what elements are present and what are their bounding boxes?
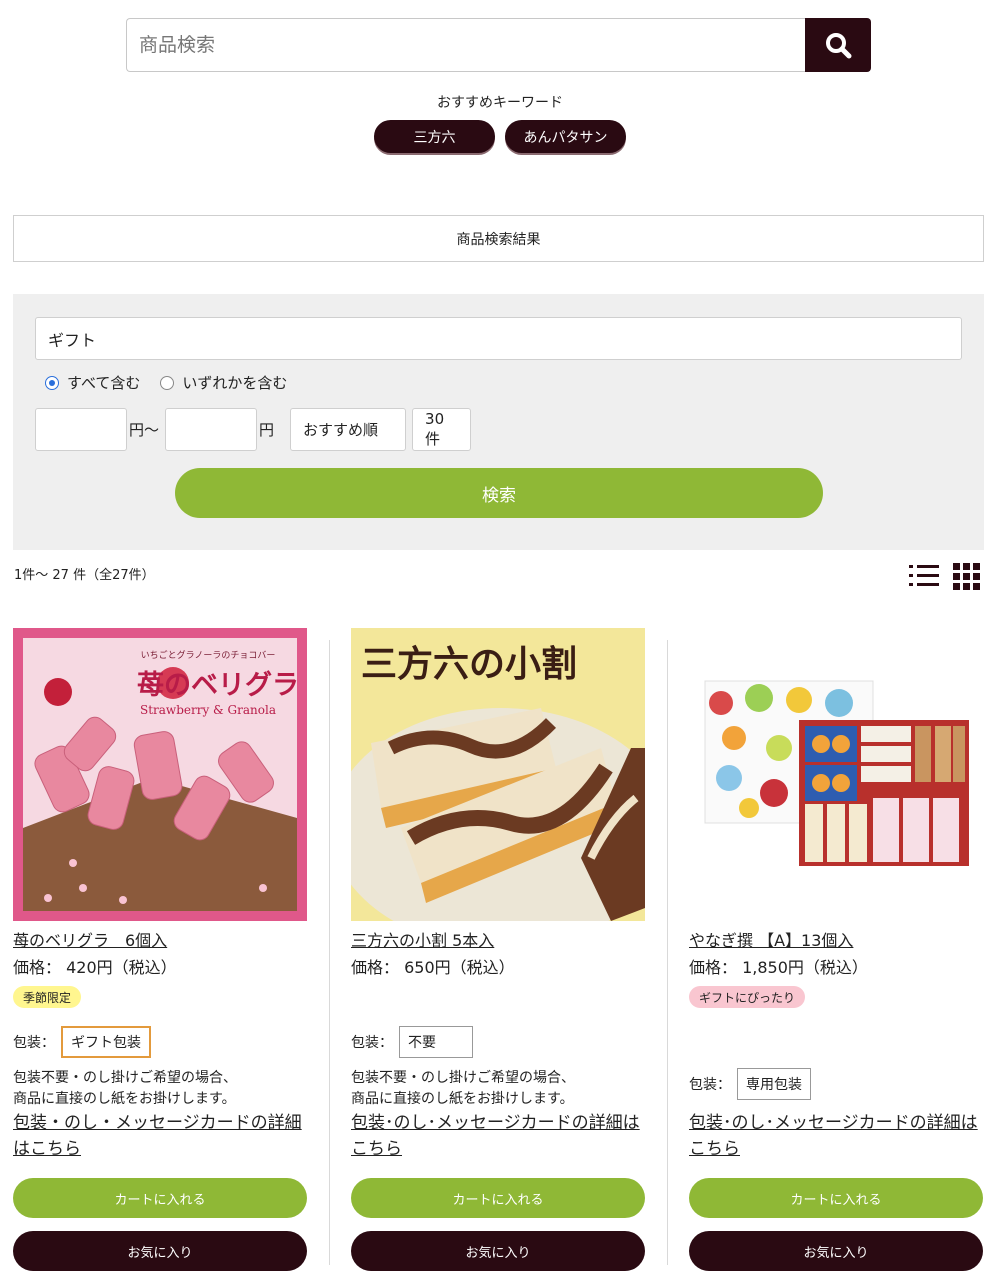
add-to-cart-button[interactable]: カートに入れる [13, 1178, 307, 1218]
favorite-button[interactable]: お気に入り [351, 1231, 645, 1271]
result-count: 1件〜 27 件（全27件） [14, 568, 155, 583]
packaging-select[interactable]: 専用包装 [737, 1068, 811, 1100]
packaging-note: 包装不要・のし掛けご希望の場合、 商品に直接のし紙をお掛けします。 [351, 1068, 575, 1110]
price-from-input[interactable] [35, 408, 127, 451]
product-card: 三方六の小割 三方六の小割 5本入 価格： 650円（税込） 包装： 不要 包装… [351, 628, 647, 1271]
note-line: 包装不要・のし掛けご希望の場合、 [351, 1070, 575, 1086]
search-icon [826, 33, 852, 59]
product-name-link[interactable]: やなぎ撰 【A】13個入 [689, 927, 853, 951]
keyword-pill[interactable]: あんパタサン [505, 120, 626, 153]
column-divider [329, 640, 330, 1265]
radio-unchecked[interactable] [160, 375, 175, 390]
status-badge: ギフトにぴったり [689, 986, 806, 1008]
results-header: 商品検索結果 [13, 215, 984, 262]
radio-any-label: いずれかを含む [182, 374, 288, 392]
product-image[interactable]: 三方六の小割 [351, 628, 645, 921]
filter-search-button[interactable]: 検索 [175, 468, 823, 518]
image-title: 三方六の小割 [361, 644, 577, 685]
product-name-link[interactable]: 三方六の小割 5本入 [351, 927, 494, 951]
column-divider [667, 640, 668, 1265]
packaging-label: 包装： [351, 1035, 393, 1051]
add-to-cart-button[interactable]: カートに入れる [689, 1178, 983, 1218]
keyword-pill[interactable]: 三方六 [374, 120, 495, 153]
image-subtitle: Strawberry & Granola [140, 703, 276, 717]
recommended-keywords: 三方六 あんパタサン [0, 120, 1000, 153]
recommended-keywords-title: おすすめキーワード [437, 95, 563, 111]
per-page-select[interactable]: 30件 [412, 408, 472, 451]
keyword-field[interactable]: ギフト [35, 317, 962, 360]
product-price: 価格： 1,850円（税込） [689, 958, 868, 977]
radio-checked[interactable] [45, 375, 59, 390]
search-bar [126, 18, 871, 72]
product-card: いちごとグラノーラのチョコバー 苺のベリグラ Strawberry & Gran… [13, 628, 309, 1271]
product-image[interactable]: いちごとグラノーラのチョコバー 苺のベリグラ Strawberry & Gran… [13, 628, 307, 921]
search-input[interactable] [126, 18, 805, 72]
sort-select[interactable]: おすすめ順 [290, 408, 407, 451]
image-tagline: いちごとグラノーラのチョコバー [141, 649, 276, 661]
note-line: 包装不要・のし掛けご希望の場合、 [13, 1070, 237, 1086]
product-image[interactable] [689, 628, 983, 921]
packaging-detail-link[interactable]: 包装･のし･メッセージカードの詳細はこちら [351, 1110, 645, 1162]
grid-view-icon[interactable] [953, 563, 980, 590]
favorite-button[interactable]: お気に入り [13, 1231, 307, 1271]
packaging-detail-link[interactable]: 包装･のし･メッセージカードの詳細はこちら [689, 1110, 983, 1162]
packaging-select[interactable]: 不要 [399, 1026, 473, 1058]
note-line: 商品に直接のし紙をお掛けします。 [13, 1091, 236, 1107]
price-unit-to: 円 [259, 421, 275, 439]
product-price: 価格： 650円（税込） [351, 958, 515, 977]
price-sort-row: 円〜 円 おすすめ順 30件 [35, 408, 472, 451]
status-badge: 季節限定 [13, 986, 82, 1008]
packaging-detail-link[interactable]: 包装・のし・メッセージカードの詳細はこちら [13, 1110, 307, 1162]
packaging-note: 包装不要・のし掛けご希望の場合、 商品に直接のし紙をお掛けします。 [13, 1068, 237, 1110]
image-title: 苺のベリグラ [137, 669, 299, 701]
radio-any[interactable]: いずれかを含む [160, 372, 287, 393]
match-mode-radios: すべて含む いずれかを含む [45, 372, 287, 393]
list-view-icon[interactable] [909, 563, 939, 589]
packaging-label: 包装： [13, 1035, 55, 1051]
product-card: やなぎ撰 【A】13個入 価格： 1,850円（税込） ギフトにぴったり 包装：… [689, 628, 985, 1271]
filter-panel: ギフト すべて含む いずれかを含む 円〜 円 おすすめ順 30件 検索 [13, 294, 984, 550]
favorite-button[interactable]: お気に入り [689, 1231, 983, 1271]
product-name-link[interactable]: 苺のベリグラ 6個入 [13, 927, 167, 951]
note-line: 商品に直接のし紙をお掛けします。 [351, 1091, 574, 1107]
radio-all[interactable]: すべて含む [45, 372, 140, 393]
radio-all-label: すべて含む [67, 374, 141, 392]
price-to-input[interactable] [165, 408, 258, 451]
packaging-select[interactable]: ギフト包装 [61, 1026, 151, 1058]
add-to-cart-button[interactable]: カートに入れる [351, 1178, 645, 1218]
product-price: 価格： 420円（税込） [13, 958, 177, 977]
price-unit-from: 円〜 [129, 421, 160, 439]
packaging-label: 包装： [689, 1077, 731, 1093]
view-toggle [909, 563, 980, 590]
search-button[interactable] [805, 18, 871, 72]
